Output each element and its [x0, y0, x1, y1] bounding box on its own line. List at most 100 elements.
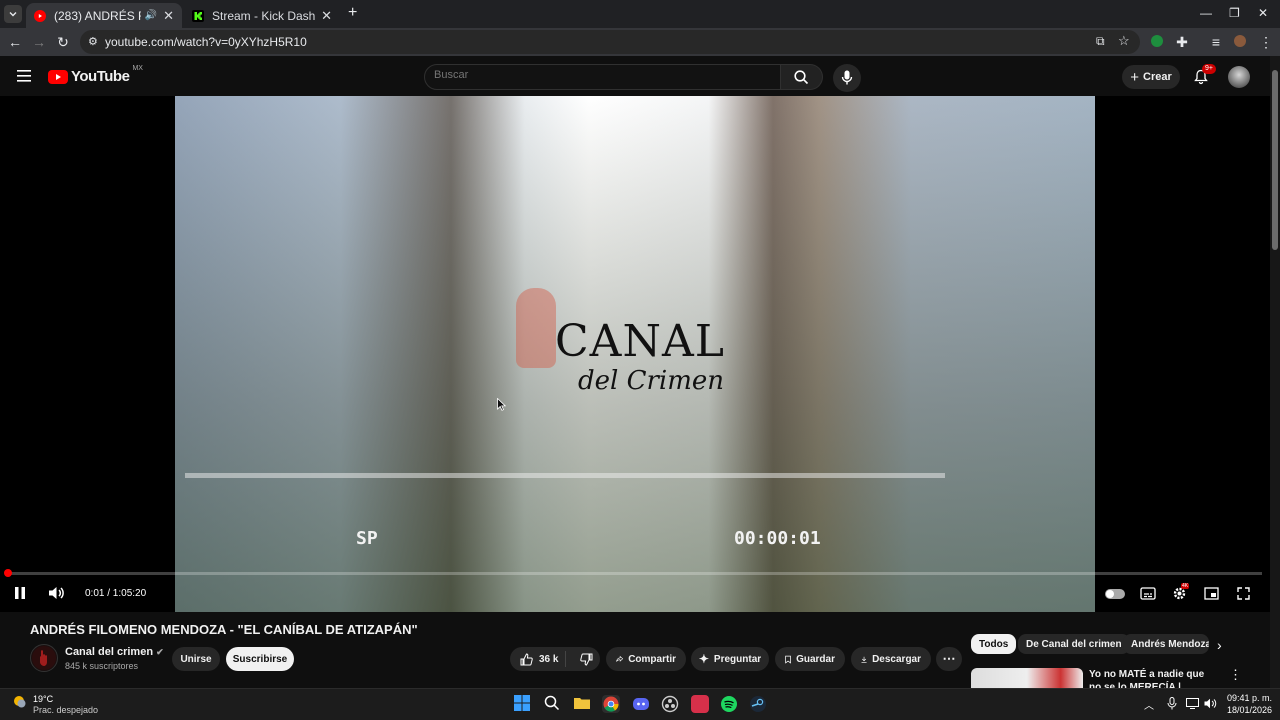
channel-hand-logo — [516, 288, 556, 368]
autoplay-toggle[interactable] — [1105, 589, 1125, 599]
download-button[interactable]: Descargar — [851, 647, 931, 671]
recommendation-menu-icon[interactable]: ⋮ — [1229, 667, 1242, 683]
url-text[interactable]: youtube.com/watch?v=0yXYhzH5R10 — [105, 35, 307, 49]
channel-name-text[interactable]: Canal del crimen — [65, 646, 153, 658]
browser-menu-icon[interactable]: ⋮ — [1258, 34, 1274, 50]
windows-start-icon[interactable] — [514, 695, 532, 713]
profile-icon[interactable] — [1233, 34, 1249, 50]
close-tab-icon[interactable]: ✕ — [163, 8, 174, 24]
tab-search-button[interactable] — [4, 5, 22, 23]
ask-button[interactable]: ✦ Preguntar — [691, 647, 769, 671]
address-bar[interactable]: ⚙ youtube.com/watch?v=0yXYhzH5R10 ⧉ ☆ — [80, 30, 1140, 54]
tray-mic-icon[interactable] — [1167, 697, 1177, 710]
dislike-button[interactable] — [571, 653, 593, 666]
subscriber-count: 845 k suscriptores — [65, 661, 139, 671]
tray-display-icon[interactable] — [1186, 698, 1199, 709]
notifications-button[interactable]: 9+ — [1193, 64, 1216, 85]
like-dislike-group: 36 k — [510, 647, 600, 671]
verified-icon: ✔ — [156, 647, 164, 657]
tab-kick-dashboard[interactable]: Stream - Kick Dashboard ✕ — [184, 3, 340, 28]
steam-icon[interactable] — [749, 695, 767, 713]
close-tab-icon[interactable]: ✕ — [321, 8, 332, 24]
tab-youtube[interactable]: (283) ANDRÉS FILOMENO M 🔊 ✕ — [26, 3, 182, 28]
audio-playing-icon[interactable]: 🔊 — [145, 10, 157, 21]
hamburger-menu-icon[interactable] — [17, 70, 31, 82]
recommendation-title[interactable]: Yo no MATÉ a nadie que no se lo MERECÍA … — [1089, 668, 1219, 688]
extension-green-icon[interactable] — [1150, 34, 1166, 50]
chip-label: De Canal del crimen — [1026, 638, 1122, 650]
minimize-icon[interactable]: — — [1200, 6, 1212, 20]
taskbar-clock-date[interactable]: 18/01/2026 — [1222, 705, 1272, 715]
chip-all[interactable]: Todos — [971, 634, 1017, 654]
forward-icon[interactable]: → — [31, 34, 47, 50]
weather-condition[interactable]: Prac. despejado — [33, 705, 98, 715]
thumbs-down-icon — [580, 653, 593, 666]
youtube-icon — [34, 9, 46, 22]
video-title: ANDRÉS FILOMENO MENDOZA - "EL CANÍBAL DE… — [30, 622, 418, 637]
new-tab-button[interactable]: + — [348, 4, 357, 22]
like-count: 36 k — [539, 653, 559, 665]
more-horizontal-icon: ⋯ — [942, 651, 956, 666]
logo-text: YouTube — [71, 68, 130, 85]
search-button[interactable] — [781, 64, 823, 90]
save-button[interactable]: Guardar — [775, 647, 845, 671]
mouse-cursor-icon — [497, 398, 506, 411]
captions-icon — [1140, 587, 1156, 600]
taskbar-search-icon[interactable] — [544, 695, 562, 713]
weather-temperature[interactable]: 19°C — [33, 694, 53, 704]
video-overlay-title: CANAL — [555, 316, 725, 367]
miniplayer-button[interactable] — [1204, 587, 1219, 600]
restore-icon[interactable]: ❐ — [1229, 6, 1240, 20]
thumbs-up-icon — [520, 652, 533, 665]
spotify-icon[interactable] — [720, 695, 738, 713]
pause-icon — [15, 587, 25, 599]
subtitles-button[interactable] — [1140, 587, 1156, 600]
red-app-icon[interactable] — [691, 695, 709, 713]
scrollbar-thumb[interactable] — [1272, 70, 1278, 250]
close-window-icon[interactable]: ✕ — [1258, 6, 1268, 20]
progress-bar[interactable] — [8, 572, 1262, 575]
chip-topic[interactable]: Andrés Mendoza — [1123, 634, 1209, 654]
more-actions-button[interactable]: ⋯ — [936, 647, 962, 671]
discord-icon[interactable] — [632, 695, 650, 713]
extensions-puzzle-icon[interactable]: ✚ — [1174, 34, 1190, 50]
microphone-icon — [841, 70, 853, 85]
site-info-icon[interactable]: ⚙ — [88, 35, 98, 48]
obs-icon[interactable] — [661, 695, 679, 713]
chips-next-icon[interactable]: › — [1217, 637, 1222, 653]
join-button[interactable]: Unirse — [172, 647, 220, 671]
bookmark-star-icon[interactable]: ☆ — [1118, 33, 1130, 49]
chip-from-channel[interactable]: De Canal del crimen — [1018, 634, 1130, 654]
volume-button[interactable] — [48, 586, 66, 600]
recommendation-thumbnail[interactable] — [971, 668, 1083, 688]
search-input[interactable] — [434, 69, 764, 81]
tray-chevron-up-icon[interactable]: ︿ — [1144, 697, 1154, 712]
account-avatar[interactable] — [1228, 66, 1250, 88]
like-button[interactable]: 36 k — [510, 651, 566, 667]
tray-volume-icon[interactable] — [1204, 698, 1217, 709]
file-explorer-icon[interactable] — [573, 695, 591, 713]
settings-button[interactable]: 4K — [1172, 583, 1190, 601]
voice-search-button[interactable] — [833, 64, 861, 92]
create-button[interactable]: + Crear — [1122, 65, 1180, 89]
channel-name[interactable]: Canal del crimen ✔ — [65, 646, 164, 658]
taskbar-clock-time[interactable]: 09:41 p. m. — [1222, 693, 1272, 703]
channel-avatar[interactable] — [30, 644, 58, 672]
vhs-tracking-line — [185, 473, 945, 478]
share-button[interactable]: Compartir — [606, 647, 686, 671]
progress-scrubber[interactable] — [4, 569, 12, 577]
search-box[interactable] — [424, 64, 781, 90]
back-icon[interactable]: ← — [7, 34, 23, 50]
youtube-logo[interactable]: YouTube MX — [48, 65, 143, 85]
weather-icon[interactable] — [12, 694, 28, 710]
pause-button[interactable] — [14, 586, 26, 600]
subscribe-button[interactable]: Suscribirse — [226, 647, 294, 671]
chrome-icon[interactable] — [602, 695, 620, 713]
sparkle-icon: ✦ — [698, 652, 709, 666]
tab-title: Stream - Kick Dashboard — [212, 8, 316, 23]
save-label: Guardar — [796, 653, 835, 665]
media-control-icon[interactable]: ≡ — [1208, 34, 1224, 50]
install-app-icon[interactable]: ⧉ — [1096, 34, 1105, 49]
reload-icon[interactable]: ↻ — [55, 34, 71, 50]
fullscreen-button[interactable] — [1237, 587, 1250, 600]
